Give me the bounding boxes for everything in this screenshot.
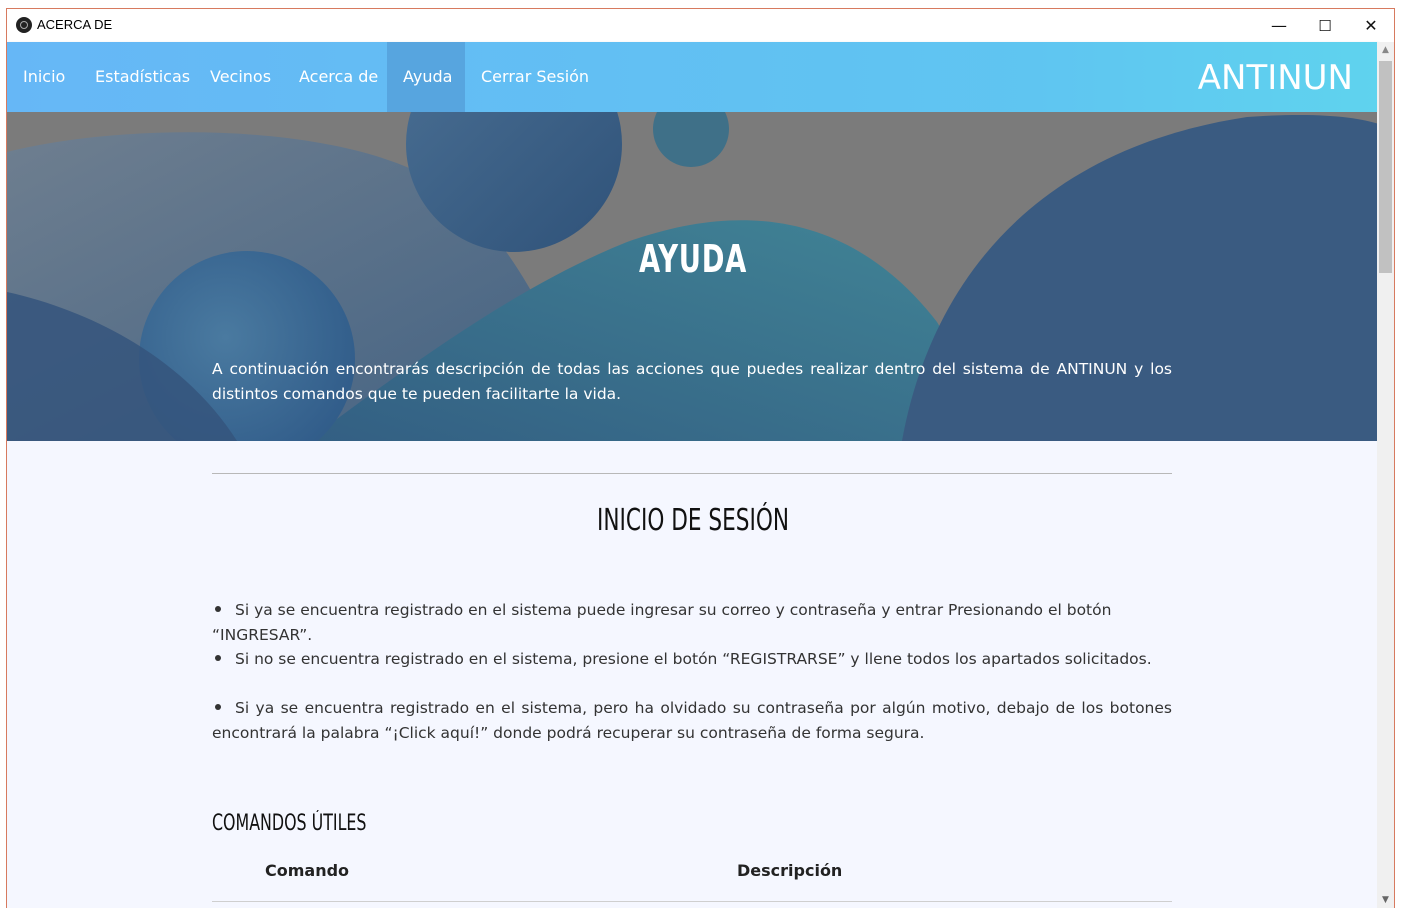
bullet-icon: [215, 704, 221, 710]
nav-item-acerca-de[interactable]: Acerca de: [283, 42, 394, 112]
commands-title: COMANDOS ÚTILES: [212, 811, 367, 836]
hero-title: AYUDA: [638, 237, 748, 281]
minimize-button[interactable]: —: [1256, 9, 1302, 42]
nav-item-vecinos[interactable]: Vecinos: [194, 42, 287, 112]
hero-description: A continuación encontrarás descripción d…: [212, 360, 1172, 403]
top-navbar: Inicio Estadísticas Vecinos Acerca de Ay…: [7, 42, 1379, 112]
window-title: ACERCA DE: [37, 17, 113, 32]
help-content: INICIO DE SESIÓN Si ya se encuentra regi…: [7, 441, 1379, 908]
title-bar: ACERCA DE — ☐ ✕: [7, 9, 1394, 42]
nav-item-cerrar-sesion[interactable]: Cerrar Sesión: [465, 42, 605, 112]
app-icon: [16, 17, 32, 33]
nav-item-ayuda[interactable]: Ayuda: [387, 42, 465, 112]
list-item-text: Si no se encuentra registrado en el sist…: [235, 650, 1152, 668]
vertical-scrollbar[interactable]: ▲ ▼: [1377, 42, 1394, 908]
list-item: Si no se encuentra registrado en el sist…: [212, 647, 1172, 672]
hero-banner: AYUDA A continuación encontrarás descrip…: [7, 112, 1379, 441]
bullet-icon: [215, 606, 221, 612]
list-item: Si ya se encuentra registrado en el sist…: [212, 696, 1172, 746]
section-divider: [212, 473, 1172, 474]
scroll-down-arrow-icon[interactable]: ▼: [1377, 892, 1394, 908]
close-button[interactable]: ✕: [1348, 9, 1394, 42]
app-window: ACERCA DE — ☐ ✕ Inicio Estadísticas Veci…: [6, 8, 1395, 908]
table-header-comando: Comando: [265, 861, 350, 880]
table-header-descripcion: Descripción: [737, 861, 843, 880]
scrollbar-thumb[interactable]: [1379, 61, 1392, 273]
nav-item-inicio[interactable]: Inicio: [7, 42, 81, 112]
section-title: INICIO DE SESIÓN: [597, 503, 789, 538]
nav-item-estadisticas[interactable]: Estadísticas: [79, 42, 206, 112]
brand-logo-text: ANTINUN: [1197, 58, 1353, 98]
list-item-text: Si ya se encuentra registrado en el sist…: [212, 699, 1172, 742]
scroll-up-arrow-icon[interactable]: ▲: [1377, 42, 1394, 59]
list-item-text: Si ya se encuentra registrado en el sist…: [212, 601, 1112, 644]
maximize-button[interactable]: ☐: [1302, 9, 1348, 42]
table-header-divider: [212, 901, 1172, 902]
bullet-icon: [215, 655, 221, 661]
list-item: Si ya se encuentra registrado en el sist…: [212, 598, 1172, 648]
